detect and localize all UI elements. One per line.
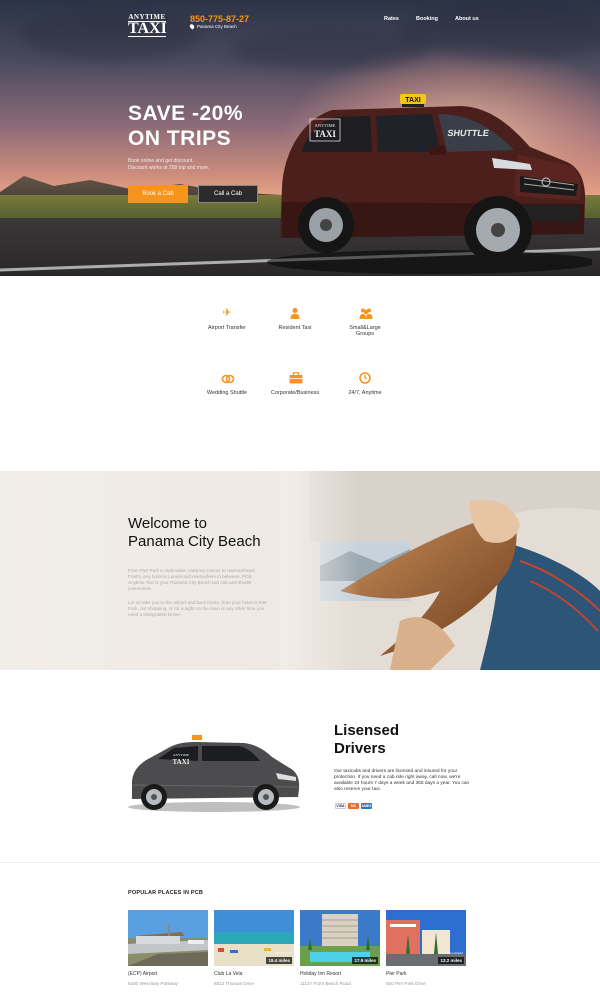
place-card-airport[interactable]: (ECP) Airport 6300 West Bay Parkway <box>128 910 208 986</box>
welcome-title-line1: Welcome to <box>128 515 207 532</box>
plane-icon: ✈ <box>222 307 232 319</box>
briefcase-icon <box>289 372 303 384</box>
welcome-section <box>0 471 600 670</box>
svg-text:TAXI: TAXI <box>314 129 336 139</box>
popular-places-title: POPULAR PLACES IN PCB <box>128 890 204 896</box>
book-cab-button[interactable]: Book a Cab <box>128 185 188 203</box>
call-cab-button[interactable]: Call a Cab <box>198 185 258 203</box>
hero-title: SAVE -20% ON TRIPS <box>128 101 243 151</box>
phone-number[interactable]: 850-775-87-27 <box>190 14 249 24</box>
service-label: Small&Large Groups <box>349 325 381 337</box>
place-address: 6300 West Bay Parkway <box>128 981 178 986</box>
hero-title-line2: ON TRIPS <box>128 127 232 150</box>
hero-subtitle-line1: Book online and get discount. <box>128 158 194 164</box>
taxi-car-image: ANYTIME TAXI <box>128 735 300 812</box>
place-address: 8813 Thomas Drive <box>214 981 255 986</box>
main-nav: Rates Booking About us <box>384 16 479 22</box>
welcome-title-line2: Panama City Beach <box>128 533 261 550</box>
place-name: Holiday Inn Resort <box>300 971 342 977</box>
windshield-text: SHUTTLE <box>447 128 490 138</box>
clock-icon <box>359 372 371 384</box>
drivers-text: Our taxicabs and drivers are licensed an… <box>334 769 470 792</box>
location: Panama City Beach <box>188 23 237 30</box>
welcome-title: Welcome to Panama City Beach <box>128 515 261 551</box>
place-card-pier-park[interactable]: from Airport 13.2 miles Pier Park 600 Pi… <box>386 910 466 986</box>
pier-park-photo: from Airport 13.2 miles <box>386 910 466 966</box>
distance-label: from Airport <box>275 951 291 955</box>
nav-item-rates[interactable]: Rates <box>384 16 399 22</box>
airport-photo <box>128 910 208 966</box>
drivers-title-line2: Drivers <box>334 740 386 757</box>
service-wedding-shuttle[interactable]: Wedding Shuttle <box>192 372 262 396</box>
holiday-inn-photo: 17.9 miles <box>300 910 380 966</box>
group-icon <box>359 307 373 319</box>
place-name: Pier Park <box>386 971 407 977</box>
service-label: Wedding Shuttle <box>206 390 248 396</box>
hero-subtitle-line2: Discount works at 258 trip and more. <box>128 165 210 171</box>
welcome-paragraph-1: From Pier Park to Spinnaker, Harpoon Han… <box>128 568 255 591</box>
place-card-club-la-vela[interactable]: from Airport 19.4 miles Club La Vela 881… <box>214 910 294 986</box>
car-logo-main: TAXI <box>173 758 190 766</box>
logo-main-text: TAXI <box>128 20 167 37</box>
service-label: Resident Taxi <box>278 325 312 331</box>
taxi-sign-text: TAXI <box>405 97 420 104</box>
service-label: Airport Transfer <box>208 325 246 331</box>
svg-text:ANYTIME: ANYTIME <box>315 123 336 128</box>
place-address: 11127 Front Beach Road <box>300 981 351 986</box>
payment-cards: VISA MC AMEX <box>335 803 372 809</box>
place-name: (ECP) Airport <box>128 971 158 977</box>
cloud <box>20 10 200 60</box>
drivers-title-line1: Lisensed <box>334 722 400 739</box>
service-24-7-anytime[interactable]: 24/7, Anytime <box>330 372 400 396</box>
place-card-holiday-inn[interactable]: 17.9 miles Holiday Inn Resort 11127 Fron… <box>300 910 380 986</box>
welcome-paragraph-2: Let us take you to the airport and back … <box>128 600 267 617</box>
location-text: Panama City Beach <box>197 24 237 29</box>
distance-badge: 17.9 miles <box>352 957 378 964</box>
distance-label: from Airport <box>447 951 463 955</box>
visa-card-icon: VISA <box>335 803 346 809</box>
rings-icon <box>221 372 235 384</box>
mastercard-icon: MC <box>348 803 359 809</box>
service-label: Corporate/Business <box>270 390 320 396</box>
section-divider <box>0 862 600 863</box>
club-la-vela-photo: from Airport 19.4 miles <box>214 910 294 966</box>
hero-suv-image: TAXI SHUTTLE ANYTIME TAXI <box>267 94 592 274</box>
woman-in-car-photo <box>280 471 600 670</box>
service-resident-taxi[interactable]: Resident Taxi <box>260 307 330 331</box>
service-airport-transfer[interactable]: ✈ Airport Transfer <box>192 307 262 331</box>
logo[interactable]: ANYTIME TAXI <box>128 13 167 37</box>
nav-item-about-us[interactable]: About us <box>455 16 479 22</box>
distance-badge: 13.2 miles <box>438 957 464 964</box>
car-logo-top: ANYTIME <box>173 753 189 757</box>
service-small-large-groups[interactable]: Small&Large Groups <box>330 307 400 337</box>
amex-card-icon: AMEX <box>361 803 372 809</box>
hero-section: TAXI SHUTTLE ANYTIME TAXI ANYTIME TAXI 8… <box>0 0 600 276</box>
nav-item-booking[interactable]: Booking <box>416 16 438 22</box>
service-corporate-business[interactable]: Corporate/Business <box>260 372 330 396</box>
person-icon <box>289 307 301 319</box>
place-address: 600 Pier Park Drive <box>386 981 426 986</box>
location-pin-icon <box>188 23 196 30</box>
place-name: Club La Vela <box>214 971 243 977</box>
distance-badge: 19.4 miles <box>266 957 292 964</box>
hero-title-line1: SAVE -20% <box>128 102 243 125</box>
drivers-title: Lisensed Drivers <box>334 722 399 758</box>
cloud <box>230 30 430 70</box>
hero-subtitle: Book online and get discount. Discount w… <box>128 158 238 172</box>
service-label: 24/7, Anytime <box>348 390 382 396</box>
